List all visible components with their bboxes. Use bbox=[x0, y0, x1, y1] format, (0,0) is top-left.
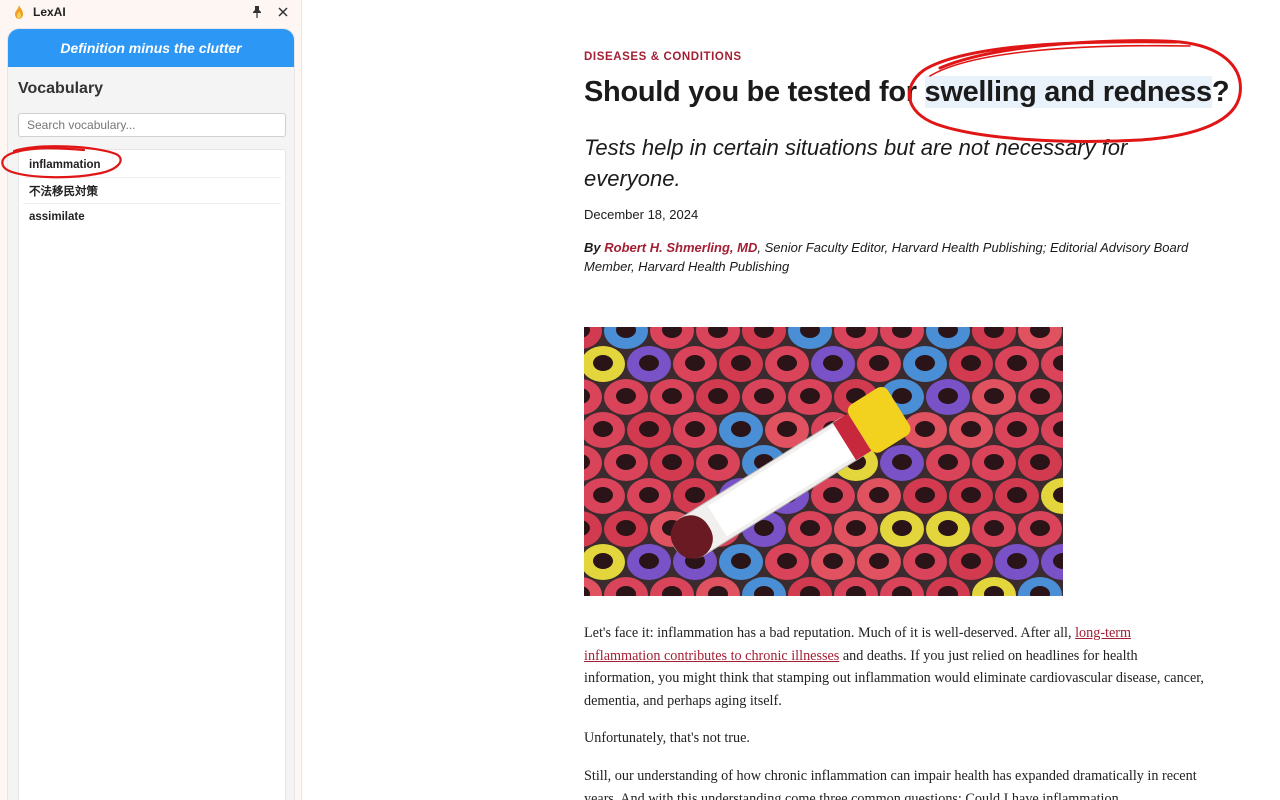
vocab-item-assimilate[interactable]: assimilate bbox=[23, 204, 281, 230]
app-title: LexAI bbox=[33, 5, 66, 19]
article-byline: By Robert H. Shmerling, MD, Senior Facul… bbox=[584, 238, 1204, 276]
para1-text-a: Let's face it: inflammation has a bad re… bbox=[584, 625, 1076, 641]
sidebar-titlebar: LexAI bbox=[0, 0, 302, 24]
pin-icon[interactable] bbox=[248, 3, 266, 21]
article-paragraph-1: Let's face it: inflammation has a bad re… bbox=[584, 622, 1206, 712]
vocabulary-heading: Vocabulary bbox=[18, 80, 104, 97]
vocab-item-inflammation[interactable]: inflammation bbox=[23, 152, 281, 178]
article-headline: Should you be tested for swelling and re… bbox=[584, 76, 1230, 109]
hero-image-blood-test-tube bbox=[584, 327, 1063, 596]
author-link[interactable]: Robert H. Shmerling, MD bbox=[604, 240, 757, 255]
article-paragraph-2: Unfortunately, that's not true. bbox=[584, 730, 750, 746]
article-paragraph-3: Still, our understanding of how chronic … bbox=[584, 768, 1197, 800]
close-icon[interactable] bbox=[274, 3, 292, 21]
headline-highlight: swelling and redness bbox=[924, 76, 1212, 108]
vocabulary-panel: Definition minus the clutter Vocabulary … bbox=[7, 28, 295, 800]
vocabulary-list: inflammation 不法移民対策 assimilate bbox=[18, 149, 286, 800]
article-subtitle: Tests help in certain situations but are… bbox=[584, 135, 1128, 191]
byline-by: By bbox=[584, 240, 601, 255]
publish-date: December 18, 2024 bbox=[584, 207, 699, 222]
flame-icon bbox=[15, 5, 23, 19]
tagline-banner: Definition minus the clutter bbox=[8, 29, 294, 67]
lexai-sidebar: LexAI Definition minus the clutter Vocab… bbox=[0, 0, 302, 800]
vocab-item-japanese[interactable]: 不法移民対策 bbox=[23, 178, 281, 204]
search-vocabulary-input[interactable] bbox=[18, 113, 286, 137]
article-category[interactable]: DISEASES & CONDITIONS bbox=[584, 51, 742, 63]
headline-end: ? bbox=[1211, 76, 1230, 108]
headline-lead: Should you be tested for bbox=[584, 76, 925, 108]
